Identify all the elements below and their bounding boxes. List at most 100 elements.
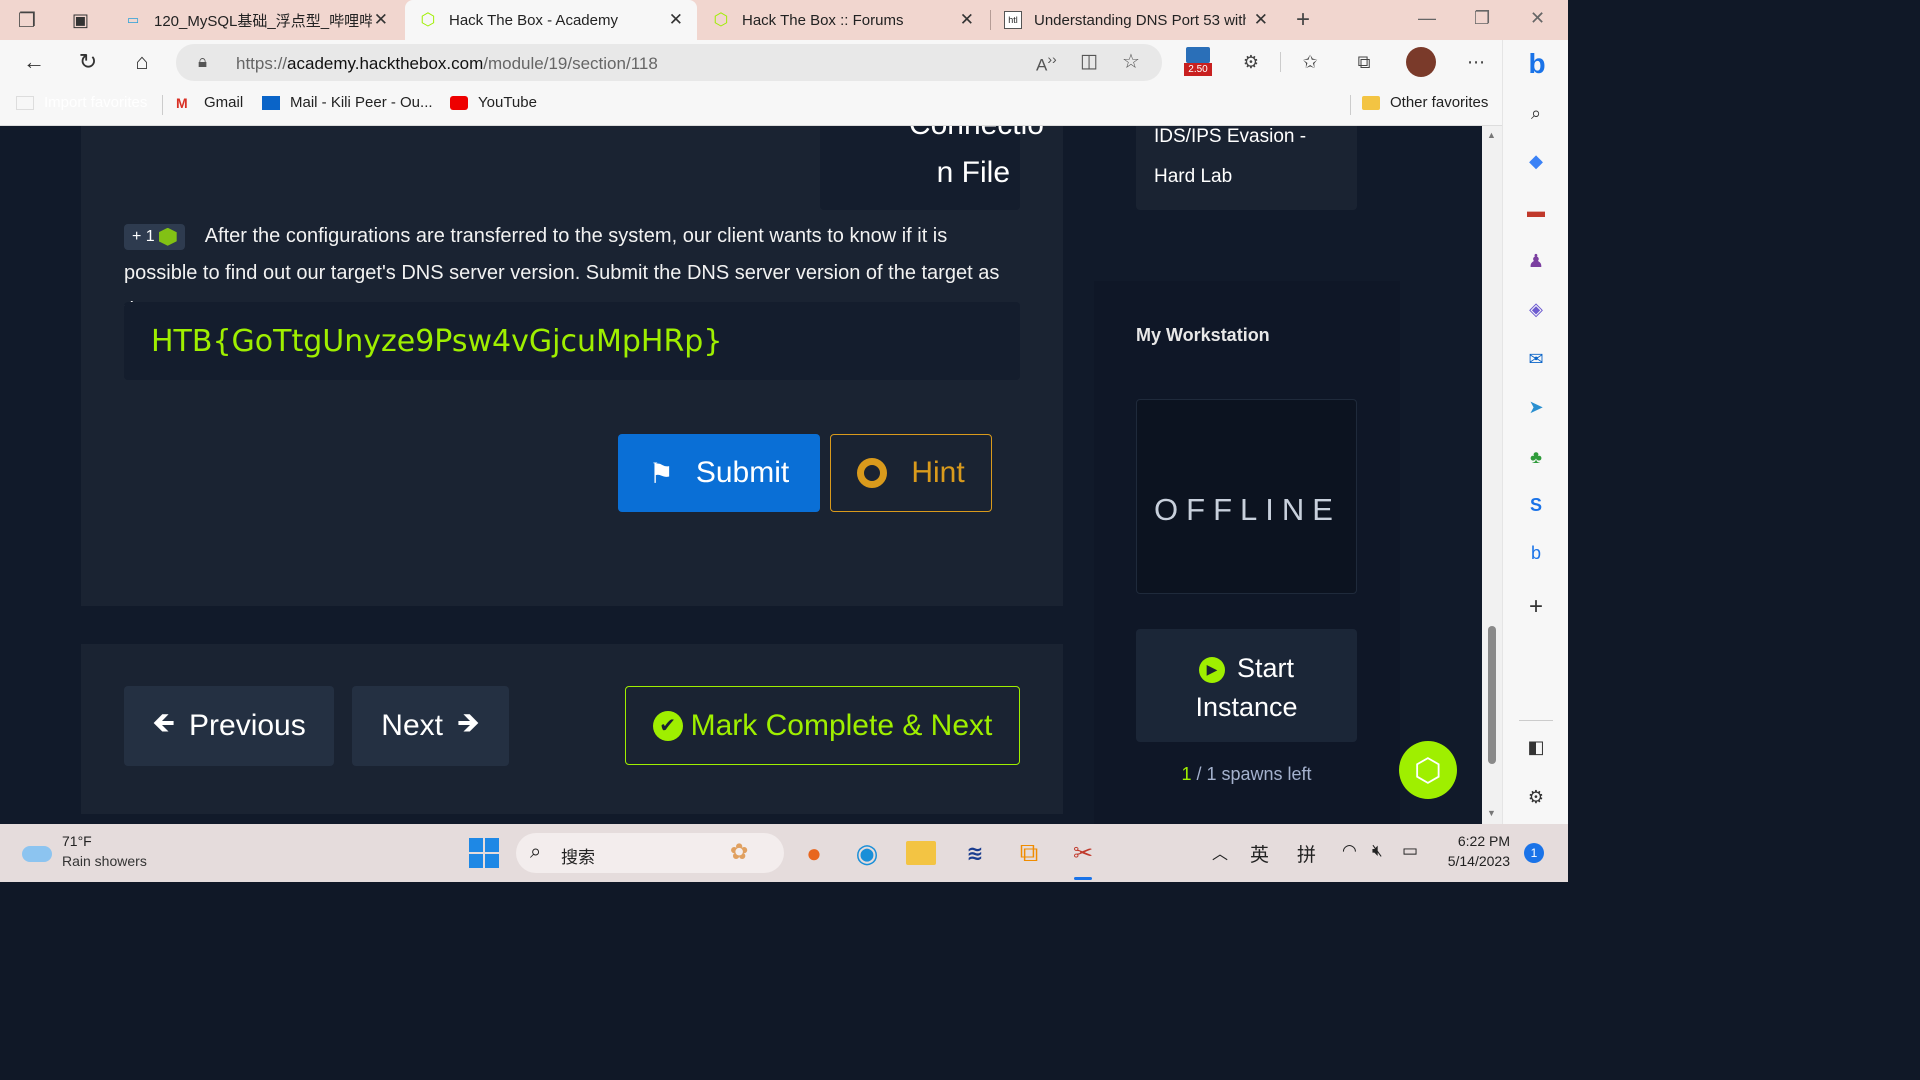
search-icon: ⌕ (530, 841, 542, 863)
edge-icon[interactable]: ◉ (850, 836, 884, 870)
tab-title: 120_MySQL基础_浮点型_哔哩哔哩 (154, 12, 372, 30)
search-placeholder: 搜索 (561, 848, 595, 867)
restore-icon[interactable]: ❐ (1474, 8, 1490, 29)
htb-cube-icon: ⬡ (713, 10, 729, 29)
sidebar-toggle-icon[interactable]: ◧ (1523, 734, 1549, 760)
htb-cube-fab[interactable]: ⬡ (1399, 741, 1457, 799)
close-tab-icon[interactable]: ✕ (1254, 10, 1268, 30)
scrollbar-thumb[interactable] (1488, 626, 1496, 764)
tab-actions-icon[interactable]: ▣ (72, 0, 89, 40)
telegram-icon[interactable]: ➤ (1523, 394, 1549, 420)
firefox-icon[interactable]: ● (797, 836, 831, 870)
snipping-tool-icon[interactable]: ✂ (1066, 836, 1100, 870)
fav-gmail[interactable]: M Gmail (176, 94, 243, 111)
resource-card[interactable]: Connectio n File (820, 126, 1044, 210)
close-tab-icon[interactable]: ✕ (669, 10, 683, 30)
taskbar: 71°F Rain showers ⌕ 搜索 ✿ ● ◉ ≋ ⧉ ✂ ︿ 英 拼… (0, 824, 1568, 882)
previous-button[interactable]: 🡸 Previous (124, 686, 334, 766)
weather-desc[interactable]: Rain showers (62, 853, 147, 869)
home-icon[interactable]: ⌂ (129, 49, 155, 75)
arrow-right-icon: 🡺 (456, 707, 480, 738)
games-icon[interactable]: ♟ (1523, 248, 1549, 274)
close-window-icon[interactable]: ✕ (1530, 8, 1545, 29)
notification-badge[interactable]: 1 (1524, 843, 1544, 863)
hint-button[interactable]: Hint (830, 434, 992, 512)
settings-icon[interactable]: ⚙ (1523, 784, 1549, 810)
battery-icon[interactable]: ▭ (1402, 841, 1418, 861)
ime-english[interactable]: 英 (1250, 840, 1269, 867)
tab-bar: ❐ ▣ ▭ 120_MySQL基础_浮点型_哔哩哔哩 ✕ ⬡ Hack The … (0, 0, 1568, 40)
answer-input[interactable]: HTB{GoTtgUnyze9Psw4vGjcuMpHRp} (124, 302, 1020, 380)
points-badge: + 1 (124, 223, 185, 250)
tab-title: Hack The Box - Academy (449, 11, 618, 29)
page-content: Connectio n File + 1After the configurat… (0, 126, 1482, 824)
lock-icon[interactable]: 🔒︎ (198, 52, 207, 72)
back-icon[interactable]: ← (21, 49, 47, 75)
tab-bilibili[interactable]: ▭ 120_MySQL基础_浮点型_哔哩哔哩 ✕ (110, 0, 402, 40)
import-favorites[interactable]: Import favorites (16, 94, 147, 111)
search-icon[interactable]: ⌕ (1523, 100, 1549, 126)
clock-date[interactable]: 5/14/2023 (1432, 853, 1510, 869)
outlook-icon[interactable]: ✉ (1523, 346, 1549, 372)
lab-card[interactable]: IDS/IPS Evasion - Hard Lab (1136, 126, 1357, 210)
page-scrollbar[interactable]: ▲ ▼ (1482, 126, 1502, 824)
new-tab-icon[interactable]: + (1296, 0, 1310, 40)
bing-chat-icon[interactable]: b (1517, 44, 1557, 84)
fav-mail[interactable]: Mail - Kili Peer - Ou... (262, 94, 433, 111)
s-extension-icon[interactable]: S (1523, 492, 1549, 518)
add-favorite-icon[interactable]: ☆ (1122, 49, 1140, 74)
minimize-icon[interactable]: — (1418, 8, 1436, 29)
clock-time[interactable]: 6:22 PM (1442, 833, 1510, 849)
workstation-status: OFFLINE (1154, 492, 1341, 527)
volume-muted-icon[interactable]: 🔇︎ (1372, 841, 1383, 861)
refresh-icon[interactable]: ↻ (75, 49, 101, 75)
rain-cloud-icon[interactable] (22, 840, 54, 864)
fav-other[interactable]: Other favorites (1362, 94, 1488, 111)
tools-icon[interactable]: ▬ (1523, 198, 1549, 224)
site-favicon-icon: htl (1004, 11, 1022, 29)
flowers-icon: ✿ (730, 839, 749, 864)
url-field[interactable]: 🔒︎ https://academy.hackthebox.com/module… (176, 44, 1162, 81)
read-aloud-icon[interactable]: A›› (1036, 52, 1057, 76)
tab-htb-academy[interactable]: ⬡ Hack The Box - Academy ✕ (405, 0, 697, 40)
submit-button[interactable]: ⚑ Submit (618, 434, 820, 512)
mark-complete-button[interactable]: ✔ Mark Complete & Next (625, 686, 1020, 765)
tab-htb-forums[interactable]: ⬡ Hack The Box :: Forums ✕ (698, 0, 988, 40)
wifi-icon[interactable]: ◠ (1342, 841, 1357, 861)
split-screen-icon[interactable]: ◫ (1080, 50, 1098, 73)
tree-icon[interactable]: ♣ (1523, 444, 1549, 470)
bing-icon[interactable]: b (1523, 540, 1549, 566)
next-button[interactable]: Next 🡺 (352, 686, 509, 766)
remote-desktop-icon[interactable]: ⧉ (1012, 836, 1046, 870)
add-sidebar-icon[interactable]: + (1523, 593, 1549, 620)
spawns-left: 1 / 1 spawns left (1181, 764, 1312, 784)
favorites-icon[interactable]: ✩ (1298, 50, 1322, 74)
htb-cube-icon: ⬡ (420, 10, 436, 29)
chevron-up-icon[interactable]: ︿ (1212, 840, 1228, 864)
extension-badge-icon[interactable]: 2.50 (1184, 47, 1212, 77)
ime-pinyin[interactable]: 拼 (1297, 840, 1316, 867)
windows-start-icon[interactable] (467, 836, 501, 870)
collections-icon[interactable]: ⧉ (1352, 50, 1376, 74)
arrow-left-icon: 🡸 (152, 707, 176, 738)
file-explorer-icon[interactable] (904, 836, 938, 870)
extensions-icon[interactable]: ⚙ (1239, 50, 1263, 74)
fav-youtube[interactable]: YouTube (450, 94, 537, 111)
bilibili-icon: ▭ (126, 12, 140, 27)
start-instance-label: Instance (1195, 692, 1298, 722)
shopping-tag-icon[interactable]: ◆ (1523, 148, 1549, 174)
weather-temp[interactable]: 71°F (62, 833, 92, 849)
more-menu-icon[interactable]: ⋯ (1464, 50, 1488, 74)
workspaces-icon[interactable]: ❐ (18, 0, 36, 40)
lifebuoy-icon (857, 458, 888, 488)
app-icon[interactable]: ≋ (958, 836, 992, 870)
profile-avatar[interactable] (1406, 47, 1436, 77)
folder-icon (1362, 95, 1380, 110)
tab-dns-port[interactable]: htl Understanding DNS Port 53 with ✕ (992, 0, 1282, 40)
flag-icon: ⚑ (648, 457, 674, 489)
close-tab-icon[interactable]: ✕ (960, 10, 974, 30)
office-icon[interactable]: ◈ (1523, 296, 1549, 322)
start-instance-button[interactable]: ▶ Start Instance (1136, 629, 1357, 742)
close-tab-icon[interactable]: ✕ (374, 10, 388, 30)
taskbar-search[interactable]: ⌕ 搜索 ✿ (516, 833, 784, 873)
